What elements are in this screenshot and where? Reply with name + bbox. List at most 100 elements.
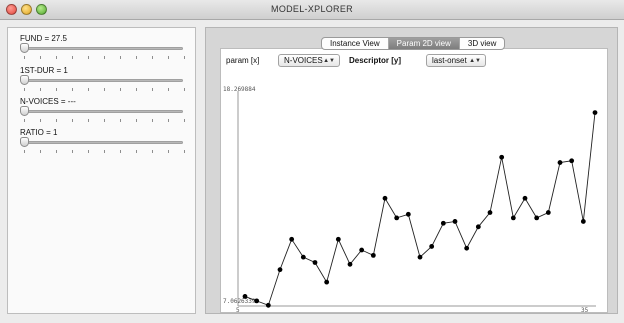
data-point[interactable]	[370, 252, 376, 258]
first-dur-slider-label: 1ST-DUR = 1	[20, 66, 68, 75]
slider-tick	[184, 88, 185, 91]
slider-tick	[56, 88, 57, 91]
data-point[interactable]	[557, 160, 563, 165]
fund-slider-thumb[interactable]	[20, 43, 29, 53]
data-point[interactable]	[545, 210, 551, 215]
line-chart: 18.269884 7.0626339 5 35	[223, 86, 598, 314]
first-dur-slider-group: 1ST-DUR = 1	[20, 66, 190, 96]
first-dur-slider-thumb[interactable]	[20, 75, 29, 85]
ratio-slider-thumb[interactable]	[20, 137, 29, 147]
data-point[interactable]	[265, 302, 271, 308]
data-point[interactable]	[347, 261, 353, 267]
data-point[interactable]	[475, 224, 481, 230]
slider-tick	[152, 150, 153, 153]
slider-tick	[40, 150, 41, 153]
slider-tick	[72, 150, 73, 153]
slider-tick	[152, 119, 153, 122]
slider-tick	[152, 56, 153, 59]
slider-tick	[24, 88, 25, 91]
plot-area: param [x] N-VOICES ▲▼ Descriptor [y] las…	[220, 48, 608, 314]
ratio-slider-track[interactable]	[23, 141, 183, 144]
data-point[interactable]	[359, 247, 365, 253]
slider-tick	[88, 119, 89, 122]
slider-tick	[136, 56, 137, 59]
data-point[interactable]	[522, 195, 528, 201]
ratio-slider-group: RATIO = 1	[20, 128, 190, 158]
fund-slider-track[interactable]	[23, 47, 183, 50]
data-point[interactable]	[312, 260, 318, 265]
y-max-tick-label: 18.269884	[223, 86, 256, 93]
app-window: MODEL-XPLORER FUND = 27.5 1ST-DUR = 1 N-…	[0, 0, 624, 323]
tab-param-2d-view[interactable]: Param 2D view	[388, 38, 460, 49]
data-point[interactable]	[242, 294, 248, 299]
slider-tick	[56, 56, 57, 59]
slider-tick	[40, 56, 41, 59]
slider-tick	[24, 150, 25, 153]
slider-tick	[24, 56, 25, 59]
data-point[interactable]	[534, 215, 540, 221]
data-point[interactable]	[452, 219, 458, 224]
slider-tick	[88, 88, 89, 91]
slider-tick	[168, 88, 169, 91]
slider-tick	[168, 56, 169, 59]
data-point[interactable]	[429, 244, 435, 249]
slider-tick	[72, 119, 73, 122]
x-max-tick-label: 35	[581, 307, 589, 314]
view-tabs: Instance View Param 2D view 3D view	[321, 37, 506, 50]
slider-tick	[24, 119, 25, 122]
slider-tick	[120, 150, 121, 153]
data-point[interactable]	[382, 195, 388, 201]
data-point[interactable]	[277, 267, 283, 273]
data-point[interactable]	[335, 236, 341, 242]
n-voices-slider-group: N-VOICES = ---	[20, 97, 190, 127]
n-voices-slider-track[interactable]	[23, 110, 183, 113]
series-line	[244, 112, 596, 306]
slider-tick	[168, 150, 169, 153]
data-point[interactable]	[440, 220, 446, 226]
data-point[interactable]	[394, 215, 400, 221]
data-point[interactable]	[499, 154, 505, 160]
slider-tick	[72, 88, 73, 91]
parameter-panel: FUND = 27.5 1ST-DUR = 1 N-VOICES = --- R…	[7, 27, 196, 314]
data-point[interactable]	[510, 215, 516, 221]
data-point[interactable]	[324, 279, 330, 285]
slider-tick	[104, 150, 105, 153]
slider-tick	[40, 119, 41, 122]
slider-tick	[152, 88, 153, 91]
fund-slider-group: FUND = 27.5	[20, 34, 190, 64]
slider-tick	[88, 150, 89, 153]
slider-tick	[184, 119, 185, 122]
first-dur-slider-track[interactable]	[23, 79, 183, 82]
data-point[interactable]	[487, 210, 493, 215]
data-point[interactable]	[300, 254, 306, 260]
slider-tick	[168, 119, 169, 122]
slider-tick	[56, 150, 57, 153]
tab-3d-view[interactable]: 3D view	[460, 38, 504, 49]
view-panel: param [x] N-VOICES ▲▼ Descriptor [y] las…	[205, 27, 618, 314]
data-point[interactable]	[569, 158, 575, 164]
data-point[interactable]	[464, 245, 470, 251]
x-min-tick-label: 5	[236, 307, 240, 314]
fund-slider-label: FUND = 27.5	[20, 34, 67, 43]
tab-instance-view[interactable]: Instance View	[322, 38, 389, 49]
n-voices-slider-thumb[interactable]	[20, 106, 29, 116]
data-point[interactable]	[254, 298, 260, 304]
slider-tick	[136, 119, 137, 122]
slider-tick	[136, 150, 137, 153]
data-point[interactable]	[405, 211, 411, 217]
slider-tick	[136, 88, 137, 91]
window-title: MODEL-XPLORER	[271, 4, 353, 14]
slider-tick	[88, 56, 89, 59]
data-point[interactable]	[289, 236, 295, 242]
slider-tick	[120, 119, 121, 122]
slider-tick	[72, 56, 73, 59]
data-point[interactable]	[580, 219, 586, 224]
data-point[interactable]	[592, 110, 598, 116]
slider-tick	[40, 88, 41, 91]
slider-tick	[104, 56, 105, 59]
title-bar: MODEL-XPLORER	[0, 0, 624, 20]
n-voices-slider-label: N-VOICES = ---	[20, 97, 76, 106]
data-point[interactable]	[417, 254, 423, 260]
slider-tick	[104, 119, 105, 122]
slider-tick	[56, 119, 57, 122]
